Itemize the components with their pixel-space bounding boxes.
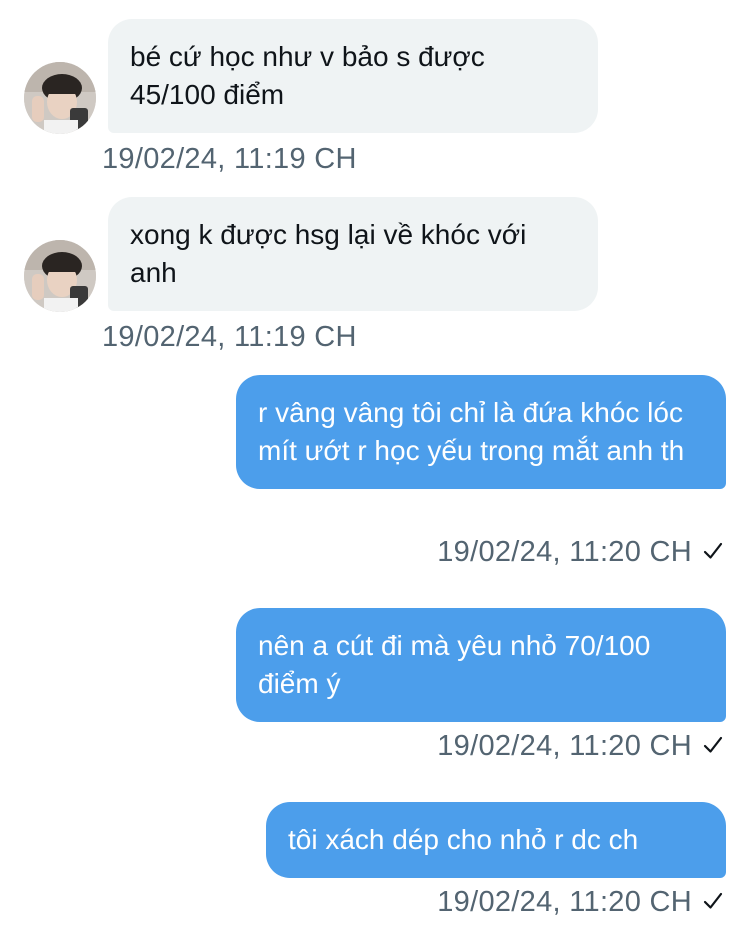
message-timestamp: 19/02/24, 11:20 CH — [437, 536, 724, 570]
message-timestamp: 19/02/24, 11:20 CH — [437, 730, 724, 764]
outgoing-message-bubble[interactable]: r vâng vâng tôi chỉ là đứa khóc lóc mít … — [236, 375, 726, 489]
message-timestamp: 19/02/24, 11:20 CH — [437, 886, 724, 920]
checkmark-icon — [702, 887, 724, 920]
incoming-message-bubble[interactable]: bé cứ học như v bảo s được 45/100 điểm — [108, 19, 598, 133]
message-text: bé cứ học như v bảo s được 45/100 điểm — [130, 41, 485, 110]
checkmark-icon — [702, 731, 724, 764]
message-text: xong k được hsg lại về khóc với anh — [130, 219, 527, 288]
avatar[interactable] — [24, 62, 96, 134]
message-text: tôi xách dép cho nhỏ r dc ch — [288, 824, 639, 855]
message-text: nên a cút đi mà yêu nhỏ 70/100 điểm ý — [258, 630, 651, 699]
message-timestamp: 19/02/24, 11:19 CH — [102, 321, 357, 353]
incoming-message-bubble[interactable]: xong k được hsg lại về khóc với anh — [108, 197, 598, 311]
message-timestamp: 19/02/24, 11:19 CH — [102, 143, 357, 175]
outgoing-message-bubble[interactable]: nên a cút đi mà yêu nhỏ 70/100 điểm ý — [236, 608, 726, 722]
message-text: r vâng vâng tôi chỉ là đứa khóc lóc mít … — [258, 397, 685, 466]
outgoing-message-bubble[interactable]: tôi xách dép cho nhỏ r dc ch — [266, 802, 726, 878]
avatar[interactable] — [24, 240, 96, 312]
checkmark-icon — [702, 537, 724, 570]
